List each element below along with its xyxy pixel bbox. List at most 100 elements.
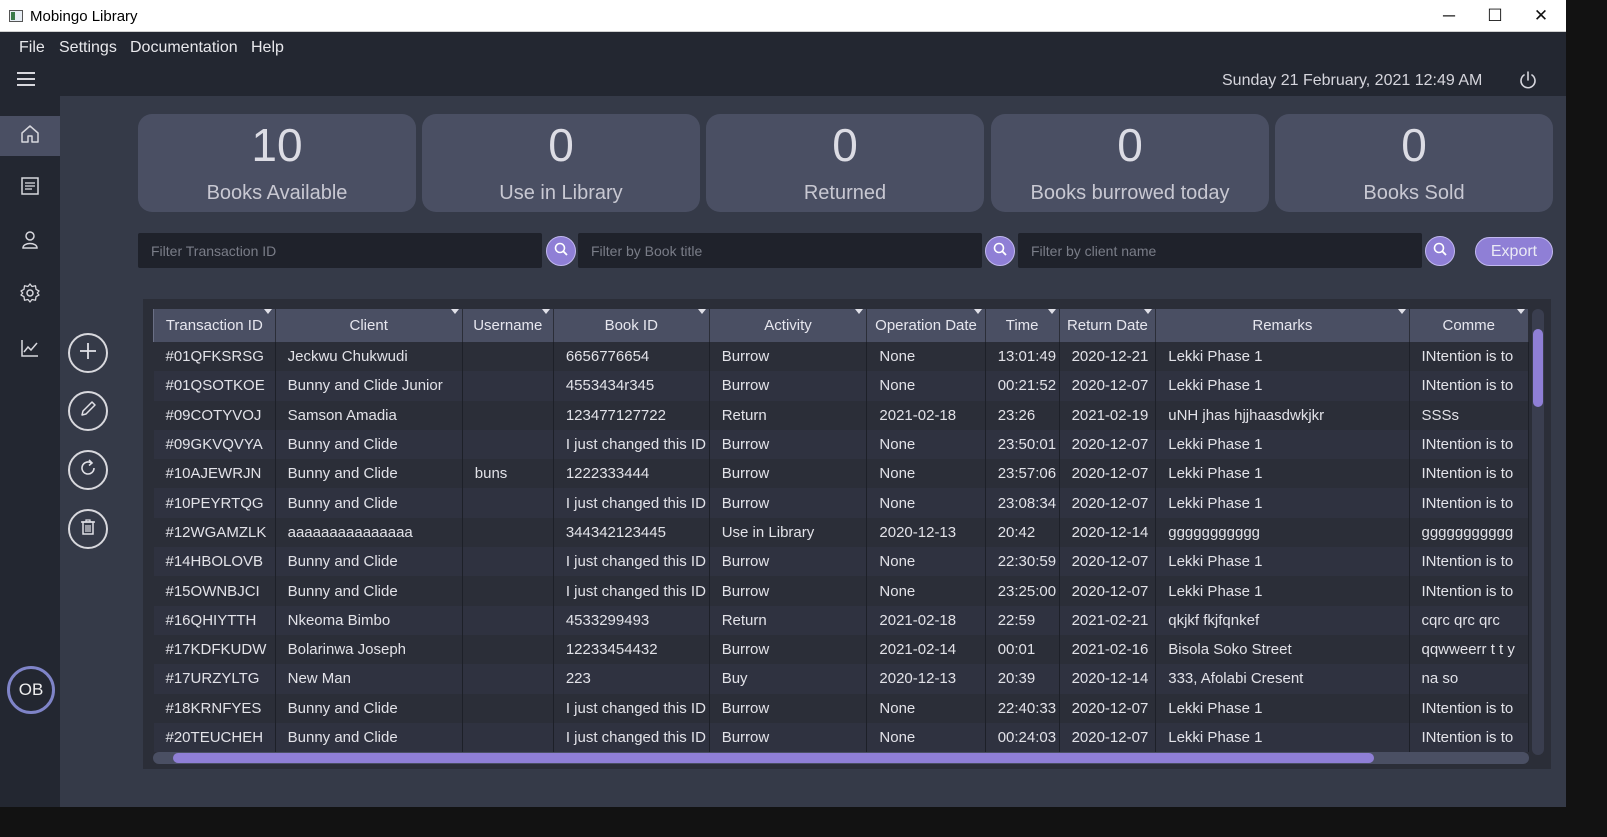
search-icon bbox=[553, 241, 569, 262]
table-cell: INtention is to bbox=[1409, 488, 1529, 518]
refresh-button[interactable] bbox=[68, 450, 108, 490]
table-cell: cqrc qrc qrc bbox=[1409, 605, 1529, 635]
table-cell: 344342123445 bbox=[553, 517, 710, 548]
stat-use-in-library: 0 Use in Library bbox=[422, 114, 700, 212]
table-row[interactable]: #01QFKSRSG Jeckwu Chukwudi 6656776654 Burro… bbox=[153, 342, 1529, 372]
table-row[interactable]: #10PEYRTQG Bunny and Clide I just changed … bbox=[153, 488, 1529, 518]
table-cell bbox=[462, 400, 554, 430]
delete-button[interactable] bbox=[68, 509, 108, 549]
vertical-scrollbar[interactable] bbox=[1532, 309, 1544, 755]
table-cell: #17URZYLTG bbox=[153, 664, 276, 694]
menu-file[interactable]: File bbox=[19, 39, 45, 57]
nav-home[interactable] bbox=[0, 116, 60, 156]
table-cell: SSSs bbox=[1409, 400, 1529, 430]
close-button[interactable]: ✕ bbox=[1518, 0, 1564, 32]
table-cell: 20:42 bbox=[985, 517, 1060, 548]
table-cell: Burrow bbox=[709, 722, 868, 753]
table-cell: 2020-12-14 bbox=[1059, 517, 1157, 548]
table-cell bbox=[462, 576, 554, 606]
table-cell: Burrow bbox=[709, 342, 868, 372]
vertical-scroll-thumb[interactable] bbox=[1533, 329, 1543, 407]
hamburger-menu-icon[interactable] bbox=[17, 71, 37, 87]
add-button[interactable] bbox=[68, 333, 108, 373]
table-cell: I just changed this ID bbox=[553, 722, 710, 753]
app-icon bbox=[9, 10, 23, 22]
column-header[interactable]: Operation Date bbox=[866, 309, 986, 342]
menu-settings[interactable]: Settings bbox=[59, 39, 117, 57]
table-cell: uNH jhas hjjhaasdwkjkr bbox=[1155, 400, 1410, 430]
chart-icon bbox=[19, 337, 41, 364]
horizontal-scrollbar[interactable] bbox=[153, 752, 1529, 764]
table-row[interactable]: #14HBOLOVB Bunny and Clide I just changed … bbox=[153, 547, 1529, 577]
table-row[interactable]: #16QHIYTTH Nkeoma Bimbo 4533299493 Return 20… bbox=[153, 605, 1529, 635]
table-row[interactable]: #20TEUCHEH Bunny and Clide I just changed … bbox=[153, 722, 1529, 753]
table-cell: 2020-12-07 bbox=[1059, 488, 1157, 518]
table-row[interactable]: #18KRNFYES Bunny and Clide I just changed … bbox=[153, 693, 1529, 723]
table-cell: Bunny and Clide Junior bbox=[275, 371, 463, 401]
menu-documentation[interactable]: Documentation bbox=[130, 39, 238, 57]
table-cell: Bolarinwa Joseph bbox=[275, 634, 463, 665]
nav-transactions[interactable] bbox=[0, 168, 60, 208]
transaction-search-button[interactable] bbox=[546, 236, 576, 266]
column-header[interactable]: Remarks bbox=[1155, 309, 1410, 342]
transaction-id-filter-input[interactable] bbox=[138, 233, 542, 268]
table-cell: 22:40:33 bbox=[985, 693, 1060, 723]
stat-label: Use in Library bbox=[499, 182, 623, 204]
table-cell: Nkeoma Bimbo bbox=[275, 605, 463, 635]
book-search-button[interactable] bbox=[985, 236, 1015, 266]
table-cell: INtention is to bbox=[1409, 547, 1529, 577]
table-row[interactable]: #09GKVQVYA Bunny and Clide I just changed … bbox=[153, 429, 1529, 460]
table-cell bbox=[462, 664, 554, 694]
stat-value: 0 bbox=[832, 119, 858, 171]
table-row[interactable]: #15OWNBJCI Bunny and Clide I just changed … bbox=[153, 576, 1529, 606]
table-cell: Lekki Phase 1 bbox=[1155, 693, 1410, 723]
export-button[interactable]: Export bbox=[1475, 237, 1553, 266]
column-header[interactable]: Book ID bbox=[552, 309, 710, 342]
edit-button[interactable] bbox=[68, 391, 108, 431]
minimize-button[interactable]: ─ bbox=[1426, 0, 1472, 32]
power-icon[interactable] bbox=[1518, 70, 1538, 90]
table-cell: 2020-12-07 bbox=[1059, 547, 1157, 577]
maximize-button[interactable]: ☐ bbox=[1472, 0, 1518, 32]
table-cell: 2021-02-19 bbox=[1059, 400, 1157, 430]
stat-value: 0 bbox=[548, 119, 574, 171]
nav-users[interactable] bbox=[0, 222, 60, 262]
client-filter bbox=[1018, 233, 1422, 268]
column-header[interactable]: Client bbox=[274, 309, 463, 342]
table-cell bbox=[462, 342, 554, 372]
table-cell: 4533299493 bbox=[553, 605, 710, 635]
table-row[interactable]: #17KDFKUDW Bolarinwa Joseph 12233454432 Bur… bbox=[153, 634, 1529, 665]
table-row[interactable]: #12WGAMZLK aaaaaaaaaaaaaaa 344342123445 Use… bbox=[153, 517, 1529, 548]
table-cell: 2020-12-21 bbox=[1059, 342, 1157, 372]
column-header[interactable]: Return Date bbox=[1058, 309, 1157, 342]
table-cell: Jeckwu Chukwudi bbox=[275, 342, 463, 372]
table-cell: Burrow bbox=[709, 634, 868, 665]
book-title-filter-input[interactable] bbox=[578, 233, 982, 268]
transactions-panel: Transaction ID Client Username Book ID A… bbox=[143, 299, 1551, 769]
table-cell: 123477127722 bbox=[553, 400, 710, 430]
table-cell: Burrow bbox=[709, 371, 868, 401]
table-cell: INtention is to bbox=[1409, 576, 1529, 606]
column-header[interactable]: Transaction ID bbox=[153, 309, 276, 342]
table-cell: None bbox=[866, 693, 986, 723]
column-header[interactable]: Activity bbox=[708, 309, 868, 342]
table-cell: aaaaaaaaaaaaaaa bbox=[275, 517, 463, 548]
table-row[interactable]: #09COTYVOJ Samson Amadia 123477127722 Retur… bbox=[153, 400, 1529, 430]
table-cell: 12233454432 bbox=[553, 634, 710, 665]
table-row[interactable]: #10AJEWRJN Bunny and Clide buns 1222333444 B… bbox=[153, 459, 1529, 489]
client-name-filter-input[interactable] bbox=[1018, 233, 1422, 268]
column-header[interactable]: Comme bbox=[1408, 309, 1529, 342]
table-cell: #10AJEWRJN bbox=[153, 459, 276, 489]
table-row[interactable]: #17URZYLTG New Man 223 Buy 2020-12-13 20:39 20… bbox=[153, 664, 1529, 694]
column-header[interactable]: Time bbox=[984, 309, 1060, 342]
nav-settings[interactable] bbox=[0, 275, 60, 315]
table-cell: I just changed this ID bbox=[553, 576, 710, 606]
column-header[interactable]: Username bbox=[461, 309, 554, 342]
horizontal-scroll-thumb[interactable] bbox=[173, 753, 1374, 763]
menu-help[interactable]: Help bbox=[251, 39, 284, 57]
nav-reports[interactable] bbox=[0, 330, 60, 370]
table-row[interactable]: #01QSOTKOE Bunny and Clide Junior 4553434r… bbox=[153, 371, 1529, 401]
stat-returned: 0 Returned bbox=[706, 114, 984, 212]
client-search-button[interactable] bbox=[1425, 236, 1455, 266]
user-avatar[interactable]: OB bbox=[7, 666, 55, 714]
